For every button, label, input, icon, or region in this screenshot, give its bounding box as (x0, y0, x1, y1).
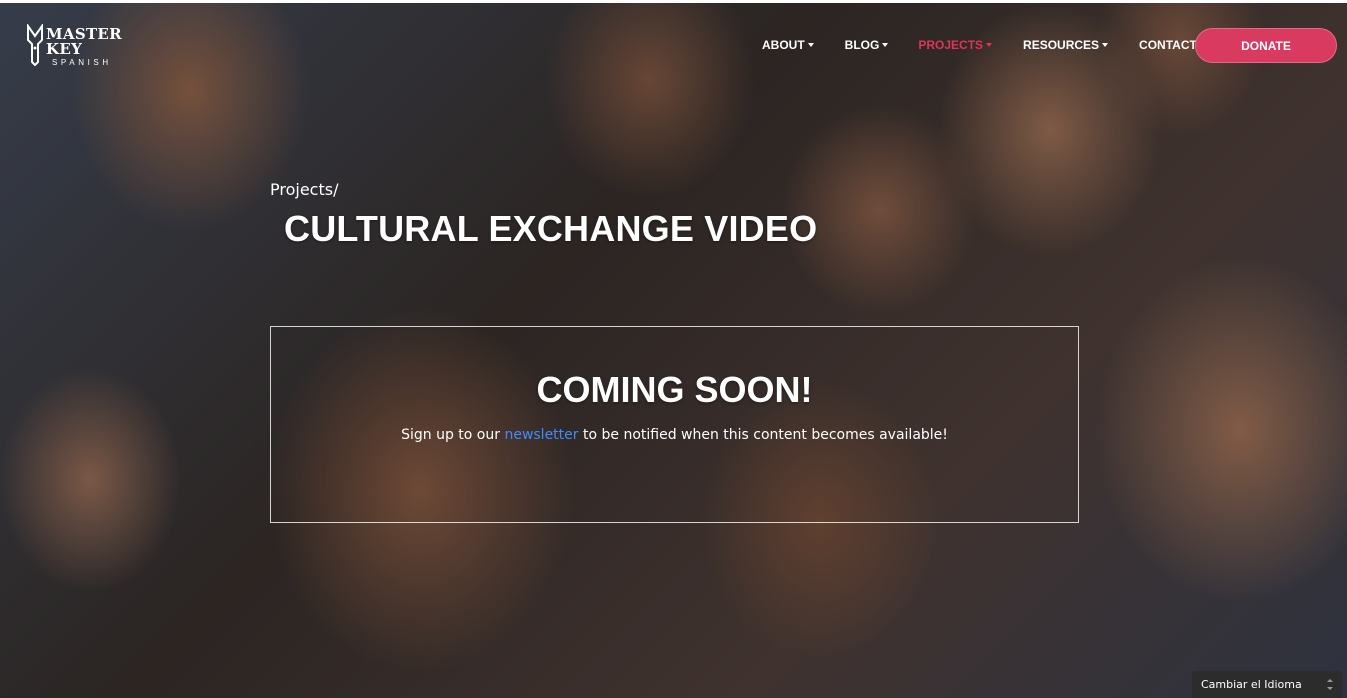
nav-item-contact[interactable]: CONTACT (1139, 38, 1197, 52)
caret-down-icon (986, 43, 993, 47)
donate-button[interactable]: DONATE (1195, 28, 1337, 63)
nav-item-label: PROJECTS (918, 38, 984, 52)
language-select-value: Cambiar el Idioma (1201, 678, 1302, 691)
main-nav: ABOUT BLOG PROJECTS RESOURCES CONTACT (762, 38, 1197, 52)
nav-item-label: BLOG (844, 38, 880, 52)
caret-down-icon (807, 43, 814, 47)
nav-item-projects[interactable]: PROJECTS (918, 38, 993, 52)
logo-text: MASTER KEY SPANISH (46, 24, 126, 67)
breadcrumb: Projects/ (270, 180, 339, 199)
logo-sub-text: SPANISH (52, 58, 112, 67)
coming-soon-text-after: to be notified when this content becomes… (578, 427, 948, 443)
nav-item-blog[interactable]: BLOG (845, 38, 889, 52)
coming-soon-text-before: Sign up to our (401, 427, 505, 443)
select-arrows-icon (1327, 679, 1333, 690)
nav-item-label: RESOURCES (1023, 38, 1100, 52)
page-title: CULTURAL EXCHANGE VIDEO (284, 208, 818, 249)
site-logo[interactable]: MASTER KEY SPANISH (26, 22, 126, 68)
logo-main-text: MASTER KEY (46, 25, 122, 58)
caret-down-icon (882, 43, 889, 47)
caret-down-icon (1102, 43, 1109, 47)
nav-item-label: ABOUT (762, 38, 805, 52)
key-logo-icon (26, 22, 44, 67)
site-header: MASTER KEY SPANISH ABOUT BLOG PROJECTS R… (0, 0, 1347, 90)
coming-soon-title: COMING SOON! (536, 369, 813, 410)
coming-soon-text: Sign up to our newsletter to be notified… (271, 427, 1078, 443)
language-select[interactable]: Cambiar el Idioma (1192, 671, 1342, 698)
nav-item-resources[interactable]: RESOURCES (1023, 38, 1109, 52)
coming-soon-box: COMING SOON! Sign up to our newsletter t… (270, 326, 1079, 523)
nav-item-about[interactable]: ABOUT (762, 38, 814, 52)
nav-item-label: CONTACT (1139, 38, 1197, 52)
newsletter-link[interactable]: newsletter (504, 427, 578, 443)
